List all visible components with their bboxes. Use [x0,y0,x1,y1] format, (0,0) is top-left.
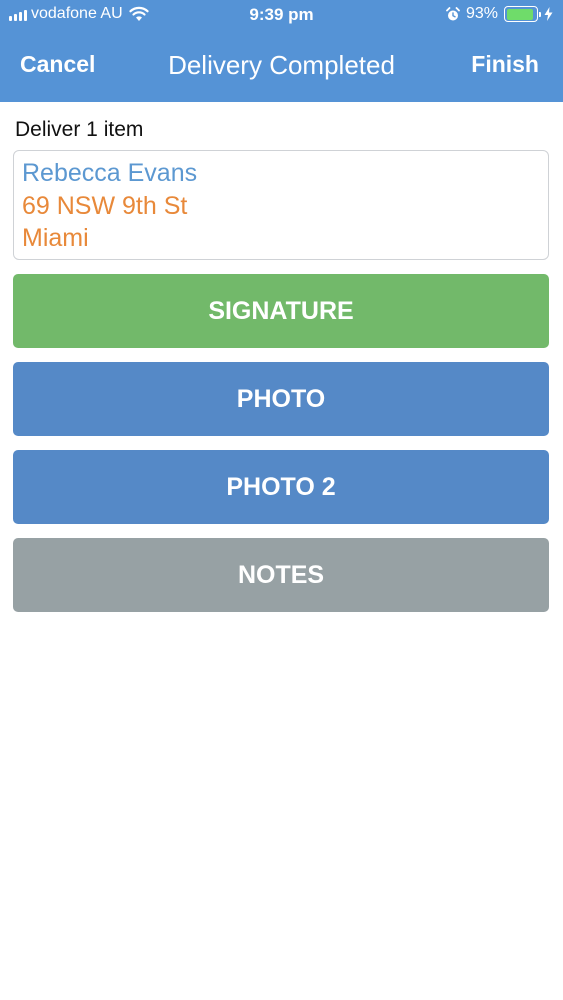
battery-level-fill [506,8,534,20]
alarm-icon [446,6,460,20]
battery-icon [504,6,541,22]
city: Miami [22,224,89,252]
charging-bolt-icon [544,7,553,21]
app-header: vodafone AU 9:39 pm 93% Cancel Delivery … [0,0,563,102]
battery-percent: 93% [465,5,498,22]
status-right: 93% [446,5,553,23]
deliver-count-label: Deliver 1 item [15,118,144,141]
address-card[interactable]: Rebecca Evans 69 NSW 9th St Miami [13,150,549,260]
battery-cap [539,11,541,17]
recipient-name: Rebecca Evans [22,159,198,187]
photo-button[interactable]: PHOTO [13,362,549,436]
finish-button[interactable]: Finish [471,51,539,78]
street-address: 69 NSW 9th St [22,192,188,220]
photo-2-button[interactable]: PHOTO 2 [13,450,549,524]
signature-button[interactable]: SIGNATURE [13,274,549,348]
status-bar: vodafone AU 9:39 pm 93% [0,0,563,30]
notes-button[interactable]: NOTES [13,538,549,612]
